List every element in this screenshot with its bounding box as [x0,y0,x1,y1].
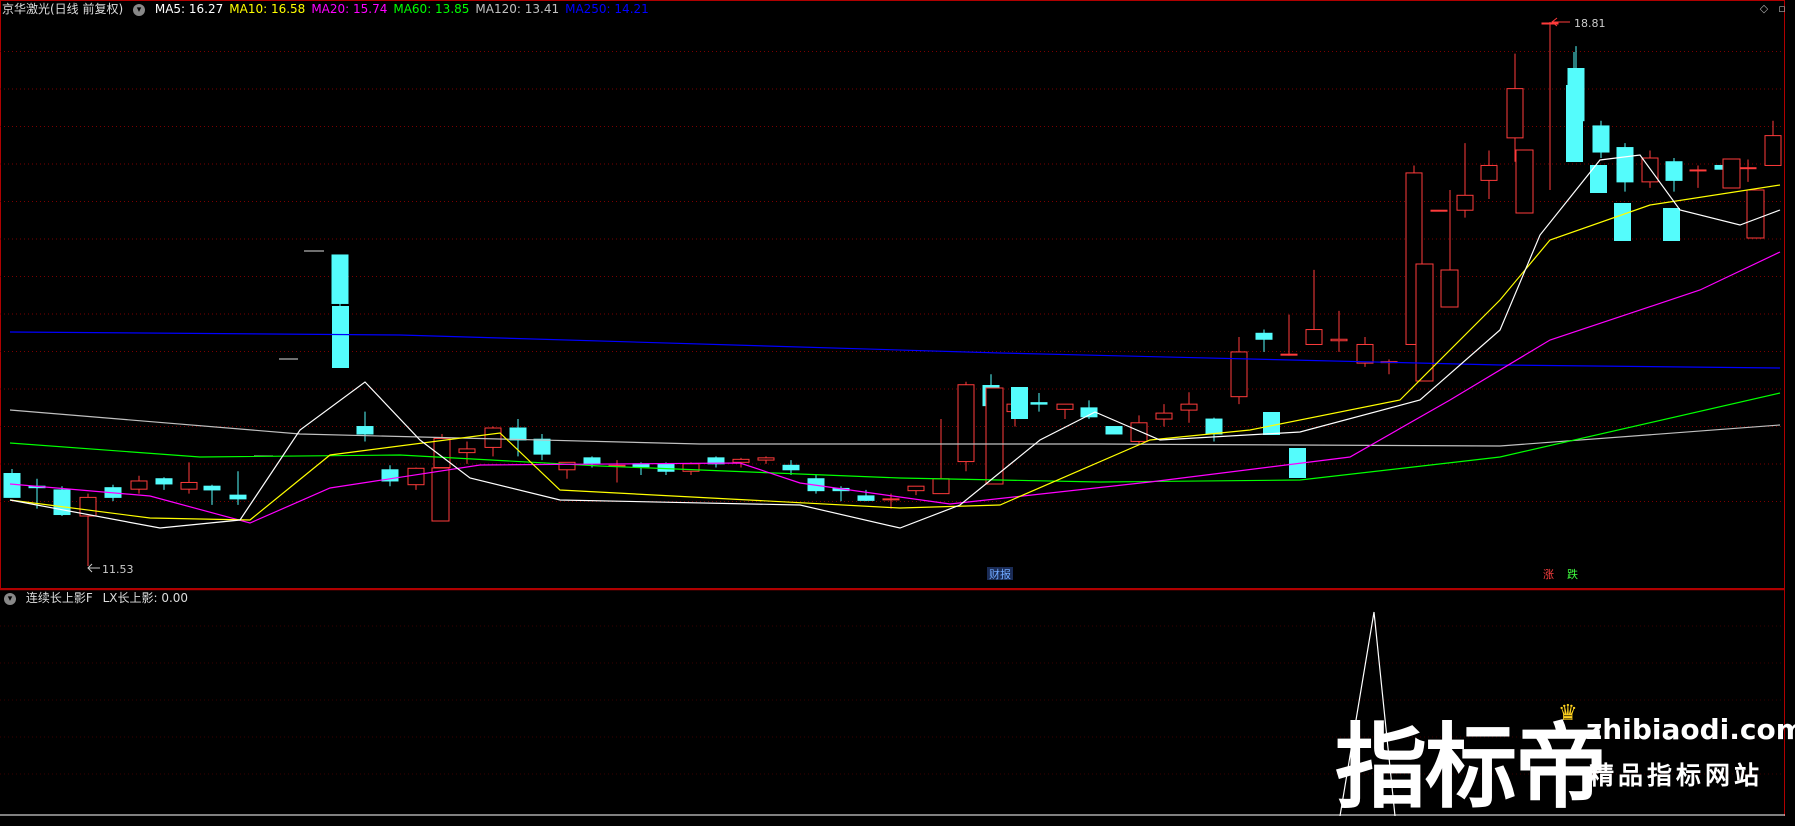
candle-body [3,473,21,498]
candle-body [782,464,800,471]
ma120-line [9,409,1781,447]
candle-body [1689,169,1707,172]
ma5-line [9,154,1781,529]
candle-body [932,478,950,495]
candle-body [1480,164,1498,181]
candle-body [882,498,900,501]
ma-legend-item: MA250: 14.21 [565,2,649,16]
candle-body [180,481,198,490]
candle-body [985,387,1004,485]
candle-body [1506,88,1524,139]
candle-body [1430,209,1448,212]
candle-body [431,467,450,522]
candle-body [203,485,221,491]
ma10-line [9,184,1781,521]
candle-body [1330,338,1348,342]
ma-legend-item: MA20: 15.74 [311,2,388,16]
candle-body [1056,403,1074,410]
candle-body [1722,158,1741,189]
candle-body [1011,387,1028,419]
more-icon[interactable]: ▫ [1776,3,1788,15]
candle-body [533,438,551,455]
candle-body [229,494,247,500]
candle-body [1030,402,1048,405]
candle-body [1280,353,1298,356]
candle-body [1592,125,1610,153]
sub-legend: ▾ 连续长上影F LX长上影: 0.00 [2,589,194,607]
ma-legend-item: MA10: 16.58 [229,2,306,16]
candle-body [332,306,349,368]
indicator-menu-icon[interactable]: ▾ [133,3,146,16]
candle-body [1663,208,1680,241]
candle-body [458,448,476,454]
candle-body [1515,149,1534,214]
candle-body [1746,189,1765,239]
ma20-line [9,251,1781,524]
candle-body [1665,161,1683,181]
candle-body [1616,147,1634,183]
main-legend: 京华激光(日线 前复权) ▾ MA5: 16.27 MA10: 16.58 MA20… [2,0,661,18]
candle-body [583,457,601,465]
watermark-url: zhibiaodi.com [1586,713,1795,746]
candle-body [1566,85,1583,162]
ma250-line [9,331,1781,369]
watermark-slogan: 精品指标网站 [1589,761,1764,790]
candle-body [1739,167,1757,170]
candle-body [155,478,173,485]
sub-title: 连续长上影F [25,591,93,605]
candle-body [1180,403,1198,411]
expand-icon[interactable]: ◇ [1758,3,1770,15]
candle-body [1356,343,1374,364]
candle-body [509,427,527,441]
candle-body [1105,426,1123,435]
candle-body [1155,412,1173,420]
event-tag: 涨 [1543,568,1554,581]
candle-body [1456,194,1474,211]
event-tag: 跌 [1567,567,1578,581]
low-price-label: 11.53 [102,563,134,576]
candle-body [857,495,875,501]
ma-legend-item: MA5: 16.27 [154,2,224,16]
candle-body [356,426,374,435]
ma60-line [9,392,1781,483]
candle-body [1305,329,1323,345]
candle-body [757,457,775,461]
candle-body [130,480,148,490]
candle-body [1614,203,1631,241]
candle-body [1255,332,1273,340]
candle-body [1764,135,1782,166]
candle-body [331,254,349,304]
event-tag: 财报 [989,567,1011,581]
candle-body [1205,418,1223,435]
sub-indicator-value: LX长上影: 0.00 [102,591,189,605]
main-title: 京华激光(日线 前复权) [2,2,124,16]
high-price-label: 18.81 [1574,17,1606,30]
candle-body [657,463,675,472]
sub-indicator-menu-icon[interactable]: ▾ [4,592,16,605]
candle-body [407,467,425,486]
crown-icon: ♛ [1558,701,1578,726]
ma-legend-item: MA60: 13.85 [393,2,470,16]
candle-body [907,485,925,492]
candle-body [732,458,750,463]
candle-body [957,384,975,463]
candle-body [484,427,502,448]
candle-body [1440,269,1459,308]
candle-body [1130,422,1148,442]
candle-body [1263,412,1280,435]
ma-legend: MA5: 16.27 MA10: 16.58 MA20: 15.74 MA60: 13… [155,2,655,16]
ma-legend-item: MA120: 13.41 [475,2,560,16]
